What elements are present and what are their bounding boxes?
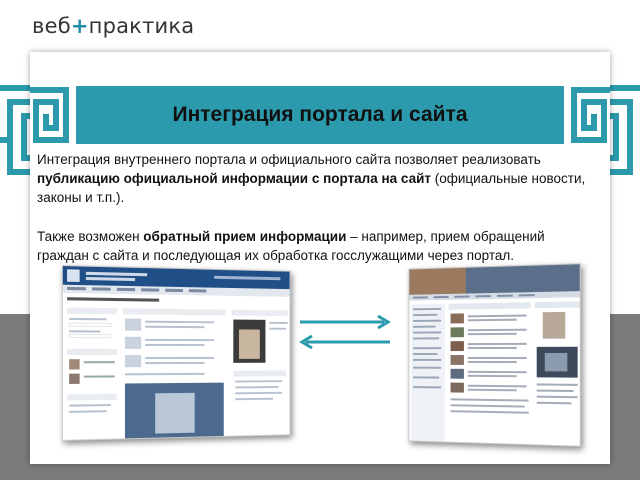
portal-screenshot (61, 265, 291, 441)
p1-text-a: Интеграция внутреннего портала и официал… (37, 152, 541, 167)
logo-plus: + (70, 14, 89, 38)
p2-bold: обратный прием информации (143, 229, 347, 244)
logo-part1: веб (32, 14, 71, 38)
paragraph-1: Интеграция внутреннего портала и официал… (37, 150, 593, 207)
greek-key-inner-left (30, 87, 69, 143)
exchange-arrows (299, 314, 391, 350)
logo: веб+практика (32, 14, 194, 38)
portal-screenshot-drawing (62, 266, 291, 439)
slide-title: Интеграция портала и сайта (172, 103, 468, 126)
website-screenshot (408, 263, 581, 447)
greek-key-inner-right (571, 87, 610, 143)
slide-body: Интеграция внутреннего портала и официал… (37, 150, 593, 265)
p2-text-a: Также возможен (37, 229, 144, 244)
logo-part2: практика (88, 14, 195, 38)
website-screenshot-drawing (409, 264, 581, 442)
title-band: Интеграция портала и сайта (76, 86, 564, 144)
p1-bold: публикацию официальной информации с порт… (37, 171, 432, 186)
paragraph-2: Также возможен обратный прием информации… (37, 227, 593, 265)
